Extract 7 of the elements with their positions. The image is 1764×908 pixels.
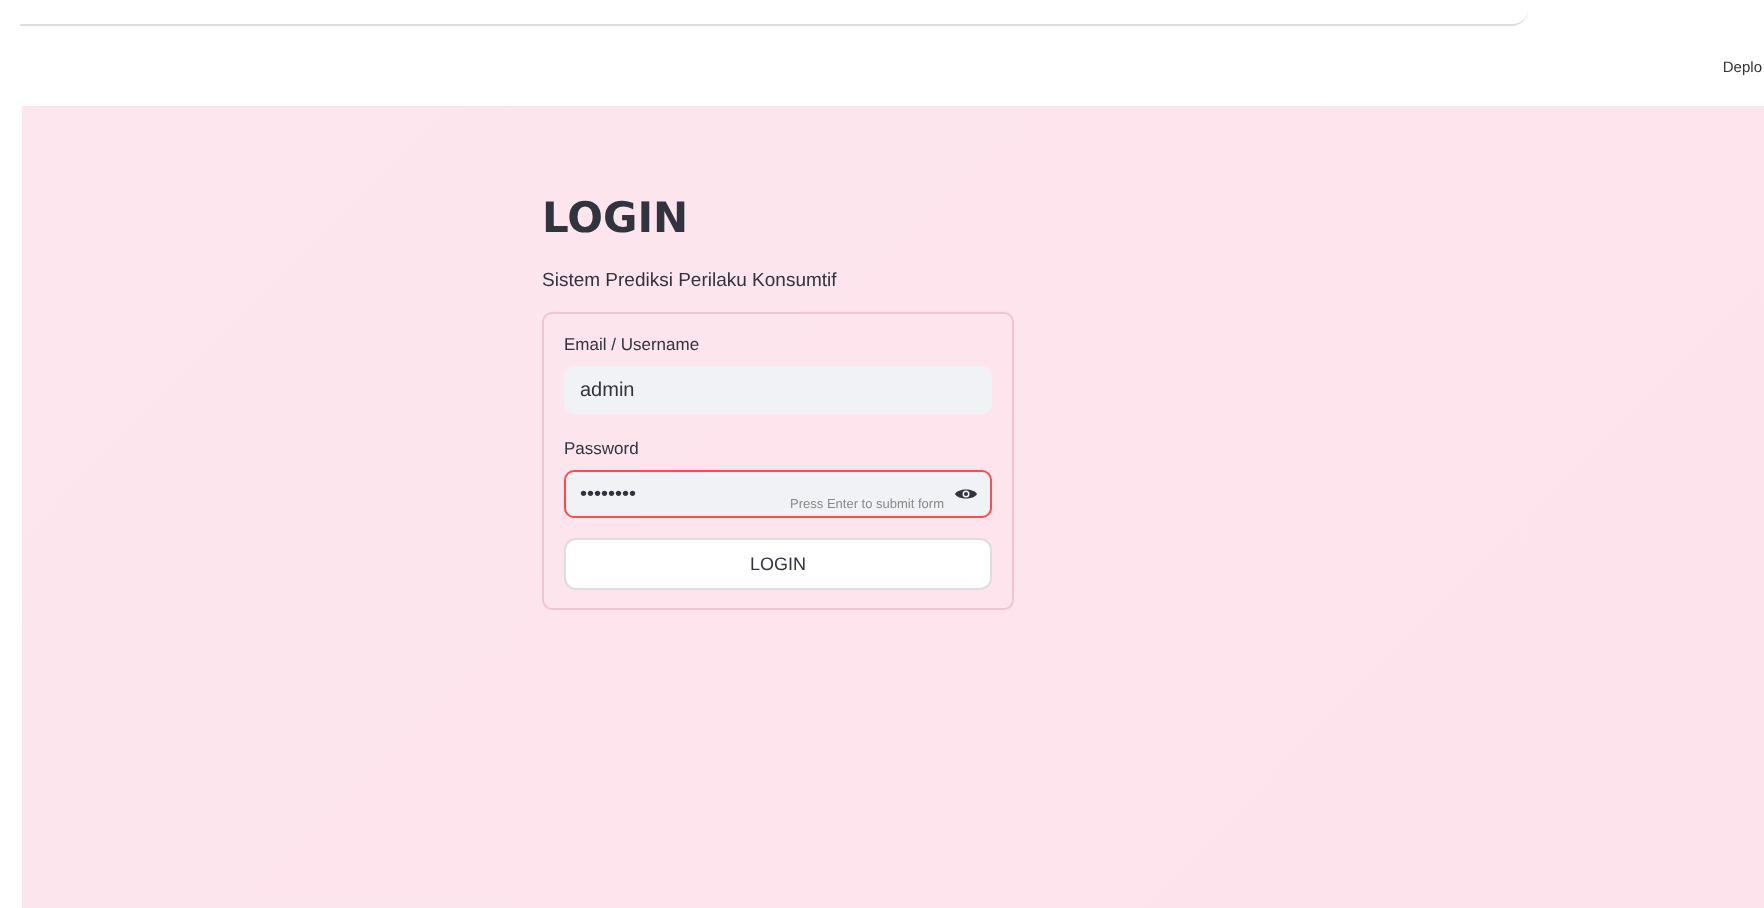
field-label: Password xyxy=(564,438,641,458)
login-button[interactable]: LOGIN xyxy=(564,538,992,590)
page-title: LOGIN xyxy=(542,194,691,242)
page-subtitle: Sistem Prediksi Perilaku Konsumtif xyxy=(542,270,839,292)
field-label: Email / Username xyxy=(564,334,702,354)
username-field[interactable]: admin xyxy=(564,366,992,414)
eye-icon[interactable] xyxy=(954,486,978,502)
